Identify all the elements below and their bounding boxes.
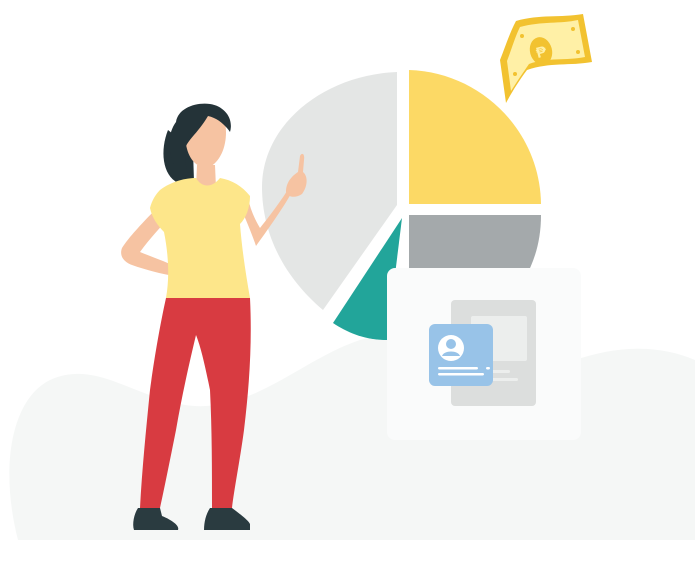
user-avatar-icon xyxy=(438,335,464,361)
illustration-canvas: ₱ xyxy=(0,0,695,572)
profile-card xyxy=(429,324,493,386)
pie-slice-yellow xyxy=(409,70,541,204)
finance-illustration: ₱ xyxy=(9,14,695,540)
shirt xyxy=(150,178,250,298)
peso-banknote-icon: ₱ xyxy=(500,14,592,103)
background-blob xyxy=(9,335,695,540)
